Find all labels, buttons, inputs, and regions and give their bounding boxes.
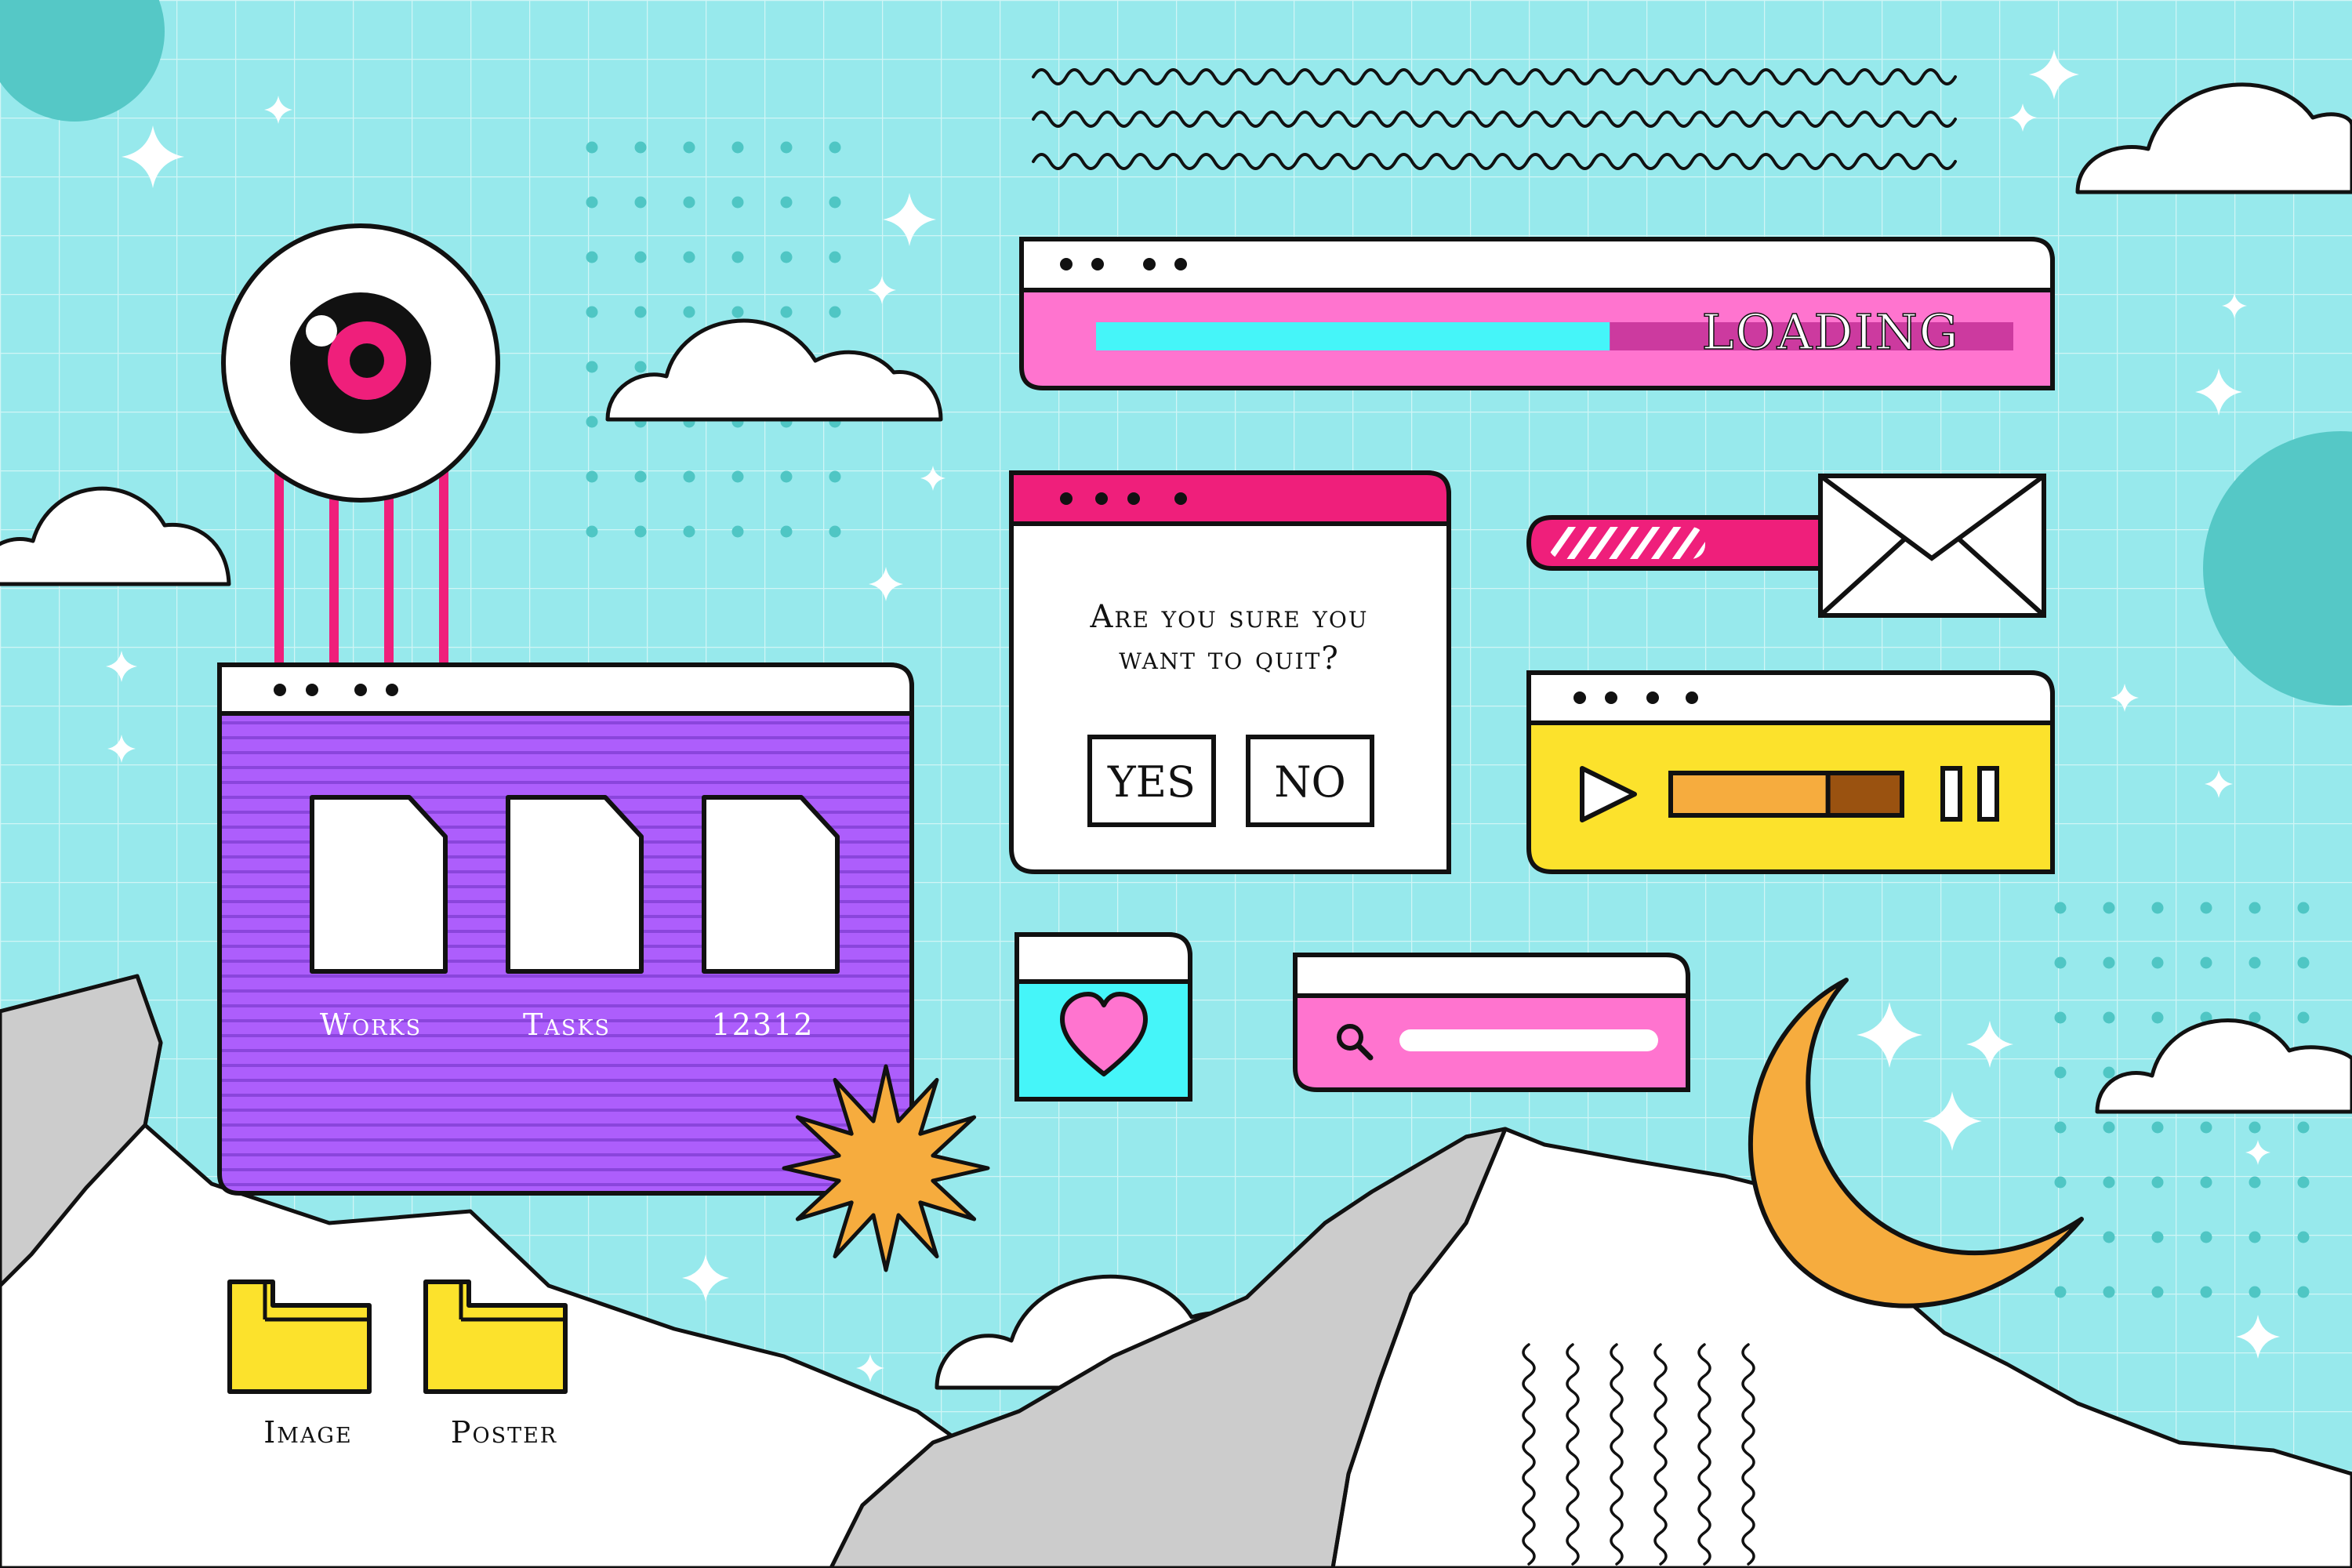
desktop-scene: Works Tasks 12312 Image Poster LOADING Are … xyxy=(0,0,2352,1568)
yes-button-label: YES xyxy=(1107,757,1196,807)
loading-label: LOADING xyxy=(1702,303,1960,361)
no-button-label: NO xyxy=(1274,757,1346,807)
loading-window: LOADING xyxy=(1019,237,2055,390)
folder-label: Poster xyxy=(451,1415,557,1450)
document-icon xyxy=(310,795,448,974)
document-icon xyxy=(506,795,644,974)
quit-dialog: Are you sure you want to quit? YES NO xyxy=(1009,470,1451,874)
quit-question-line1: Are you sure you xyxy=(1090,599,1369,635)
quit-question-line2: want to quit? xyxy=(1119,641,1340,677)
file-label: Works xyxy=(320,1007,422,1042)
media-seek-fill xyxy=(1668,771,1831,818)
file-label: 12312 xyxy=(712,1007,815,1042)
file-window: Works Tasks 12312 xyxy=(217,662,914,1196)
loading-progress-fill xyxy=(1096,322,1610,350)
document-icon xyxy=(702,795,840,974)
search-input[interactable] xyxy=(1399,1029,1658,1051)
file-label: Tasks xyxy=(523,1007,611,1042)
favorite-widget[interactable] xyxy=(1014,932,1192,1102)
search-widget xyxy=(1293,953,1690,1092)
no-button[interactable]: NO xyxy=(1246,735,1374,827)
mail-progress-stripes xyxy=(1548,527,1705,559)
yes-button[interactable]: YES xyxy=(1087,735,1216,827)
envelope-icon xyxy=(1818,474,2046,618)
media-player xyxy=(1526,670,2055,874)
folder-label: Image xyxy=(263,1415,352,1450)
